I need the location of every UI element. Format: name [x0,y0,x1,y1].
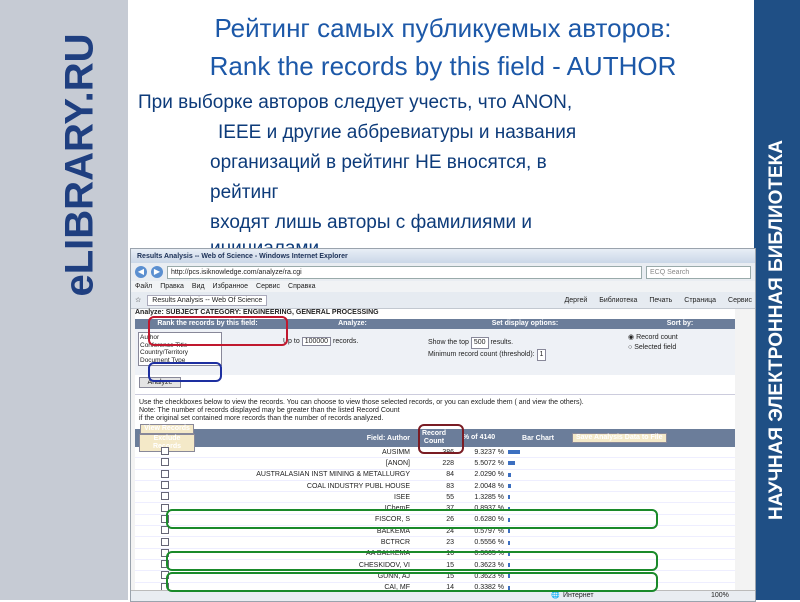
tools-button[interactable]: Сервис [725,297,755,304]
highlight-row-cai [166,572,658,592]
note-line: IEEE и другие аббревиатуры и названия [218,122,577,143]
row-checkbox[interactable] [161,492,169,501]
radio-record-count[interactable]: ◉ [628,334,634,341]
view-records-button[interactable]: View Records [140,424,194,434]
bar-chart-bar [508,461,516,466]
col-field: Field: Author [366,434,410,442]
table-row: ISEE 55 1.3285 % [135,492,735,504]
svg-text:eLIBRARY.RU: eLIBRARY.RU [58,34,102,297]
show-top-label: Show the top [428,339,469,346]
menu-bar: Файл Правка Вид Избранное Сервис Справка [131,281,755,292]
tab-bar: ☆ Results Analysis -- Web Of Science Дер… [131,292,755,309]
count-cell: 23 [446,539,454,547]
library-logo-vertical: НАУЧНАЯ ЭЛЕКТРОННАЯ БИБЛИОТЕКА [766,140,787,520]
percent-cell: 2.0290 % [474,471,504,479]
bar-chart-bar [508,529,510,534]
table-row: AUSTRALASIAN INST MINING & METALLURGY 84 2… [135,469,735,481]
search-input[interactable]: ECQ Search [646,265,751,279]
field-option[interactable]: Country/Territory [140,349,220,357]
forward-icon[interactable]: ▶ [151,266,163,278]
table-row: [ANON] 228 5.5072 % [135,458,735,470]
instruction-line: Note: The number of records displayed ma… [139,407,400,414]
display-header: Set display options: [491,320,559,327]
row-checkbox[interactable] [161,458,169,467]
author-cell: COAL INDUSTRY PUBL HOUSE [306,482,410,490]
author-cell: AUSIMM [382,448,410,456]
bar-chart-bar [508,495,510,500]
radio-selected-field[interactable]: ○ [628,344,632,351]
count-cell: 84 [446,471,454,479]
address-bar: ◀ ▶ http://pcs.isiknowledge.com/analyze/… [131,263,755,281]
note-line: При выборке авторов следует учесть, что … [138,92,573,113]
slide-title-line1: Рейтинг самых публикуемых авторов: [214,13,672,43]
author-cell: BCTRCR [380,539,410,547]
count-cell: 55 [446,493,454,501]
author-cell: ISEE [394,493,410,501]
min-count-input[interactable]: 1 [536,349,547,361]
print-button[interactable]: Печать [646,297,675,304]
show-top-input[interactable]: 500 [470,337,489,349]
row-checkbox[interactable] [161,469,169,478]
percent-cell: 5.5072 % [474,459,504,467]
slide-title-line2: Rank the records by this field - AUTHOR [209,51,677,81]
percent-cell: 2.0048 % [474,482,504,490]
menu-view[interactable]: Вид [192,281,205,292]
sort-option: Selected field [634,344,677,351]
bar-chart-bar [508,450,520,455]
sort-header: Sort by: [666,320,694,327]
toolbar-item[interactable]: Библиотека [596,297,640,304]
count-cell: 228 [442,459,454,467]
sort-option: Record count [636,334,678,341]
col-chart: Bar Chart [522,434,554,442]
bar-chart-bar [508,472,511,477]
min-count-label: Minimum record count (threshold): [428,351,535,358]
table-row: BCTRCR 23 0.5556 % [135,537,735,549]
highlight-row-cheskidov [166,551,658,571]
note-line: входят лишь авторы с фамилиями и [210,212,533,233]
highlight-row-fiscor [166,509,658,529]
note-line: рейтинг [210,182,279,203]
percent-cell: 0.5556 % [474,539,504,547]
author-cell: [ANON] [385,459,410,467]
slide-note: При выборке авторов следует учесть, что … [138,88,758,260]
row-checkbox[interactable] [161,447,169,456]
table-row: COAL INDUSTRY PUBL HOUSE 83 2.0048 % [135,481,735,493]
menu-help[interactable]: Справка [288,281,315,292]
highlight-record-count [418,424,464,454]
elibrary-logo: eLIBRARY.RU [58,34,102,297]
save-analysis-button[interactable]: Save Analysis Data to File [572,433,667,443]
highlight-analyze-button [148,362,222,382]
instruction-line: if the original set contained more recor… [139,415,384,422]
row-checkbox[interactable] [161,481,169,490]
highlight-rank-field [148,316,288,346]
analyze-header: Analyze: [338,320,367,327]
count-cell: 83 [446,482,454,490]
svg-text:НАУЧНАЯ ЭЛЕКТРОННАЯ БИБЛИОТЕКА: НАУЧНАЯ ЭЛЕКТРОННАЯ БИБЛИОТЕКА [766,140,787,520]
menu-tools[interactable]: Сервис [256,281,280,292]
url-input[interactable]: http://pcs.isiknowledge.com/analyze/ra.c… [167,265,642,279]
page-button[interactable]: Страница [681,297,719,304]
instruction-line: Use the checkboxes below to view the rec… [139,399,584,406]
menu-edit[interactable]: Правка [160,281,184,292]
bar-chart-bar [508,540,510,545]
bar-chart-bar [508,484,511,489]
instructions: Use the checkboxes below to view the rec… [135,394,735,427]
window-title: Results Analysis -- Web of Science - Win… [131,249,755,263]
menu-favorites[interactable]: Избранное [213,281,248,292]
star-icon[interactable]: ☆ [135,296,141,304]
author-cell: AUSTRALASIAN INST MINING & METALLURGY [256,471,410,479]
records-label: records. [333,338,359,345]
back-icon[interactable]: ◀ [135,266,147,278]
up-to-input[interactable]: 100000 [301,337,332,346]
note-line: организаций в рейтинг НЕ вносятся, в [210,152,547,173]
toolbar-item[interactable]: Дергей [562,297,591,304]
tab-results-analysis[interactable]: Results Analysis -- Web Of Science [147,294,268,306]
row-checkbox[interactable] [161,537,169,546]
percent-cell: 1.3285 % [474,493,504,501]
results-label: results. [490,339,514,346]
menu-file[interactable]: Файл [135,281,152,292]
